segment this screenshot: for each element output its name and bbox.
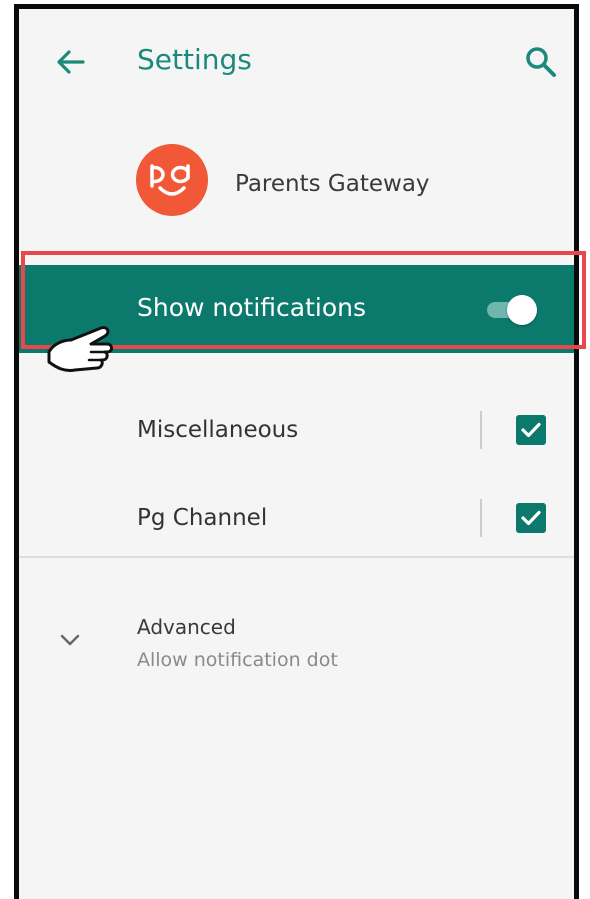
- back-button[interactable]: [53, 44, 89, 80]
- page-title: Settings: [137, 43, 252, 76]
- checkmark-icon: [521, 422, 541, 438]
- notifications-toggle[interactable]: [487, 295, 539, 325]
- arrow-left-icon: [57, 50, 85, 74]
- channel-row-miscellaneous[interactable]: Miscellaneous: [19, 387, 574, 473]
- advanced-subtitle: Allow notification dot: [137, 649, 338, 671]
- search-button[interactable]: [522, 43, 560, 81]
- pg-channel-checkbox[interactable]: [516, 503, 546, 533]
- checkmark-icon: [521, 510, 541, 526]
- section-divider: [19, 556, 574, 558]
- show-notifications-label: Show notifications: [137, 293, 367, 322]
- channel-row-pg-channel[interactable]: Pg Channel: [19, 475, 574, 561]
- channel-label: Miscellaneous: [137, 417, 299, 443]
- chevron-down-icon: [57, 627, 83, 653]
- show-notifications-row[interactable]: Show notifications: [19, 265, 574, 353]
- channel-label: Pg Channel: [137, 505, 268, 531]
- app-logo: [136, 144, 208, 216]
- app-info-row: Parents Gateway: [19, 139, 574, 229]
- miscellaneous-checkbox[interactable]: [516, 415, 546, 445]
- advanced-title: Advanced: [137, 615, 236, 639]
- divider: [480, 411, 482, 449]
- advanced-row[interactable]: Advanced Allow notification dot: [19, 599, 574, 689]
- divider: [480, 499, 482, 537]
- pg-logo-icon: [150, 164, 190, 196]
- toggle-thumb: [507, 295, 537, 325]
- app-bar: Settings: [19, 9, 574, 119]
- app-name: Parents Gateway: [235, 171, 430, 197]
- search-icon: [526, 47, 556, 77]
- phone-screen: Settings Parents Gateway Show notificati…: [14, 4, 579, 899]
